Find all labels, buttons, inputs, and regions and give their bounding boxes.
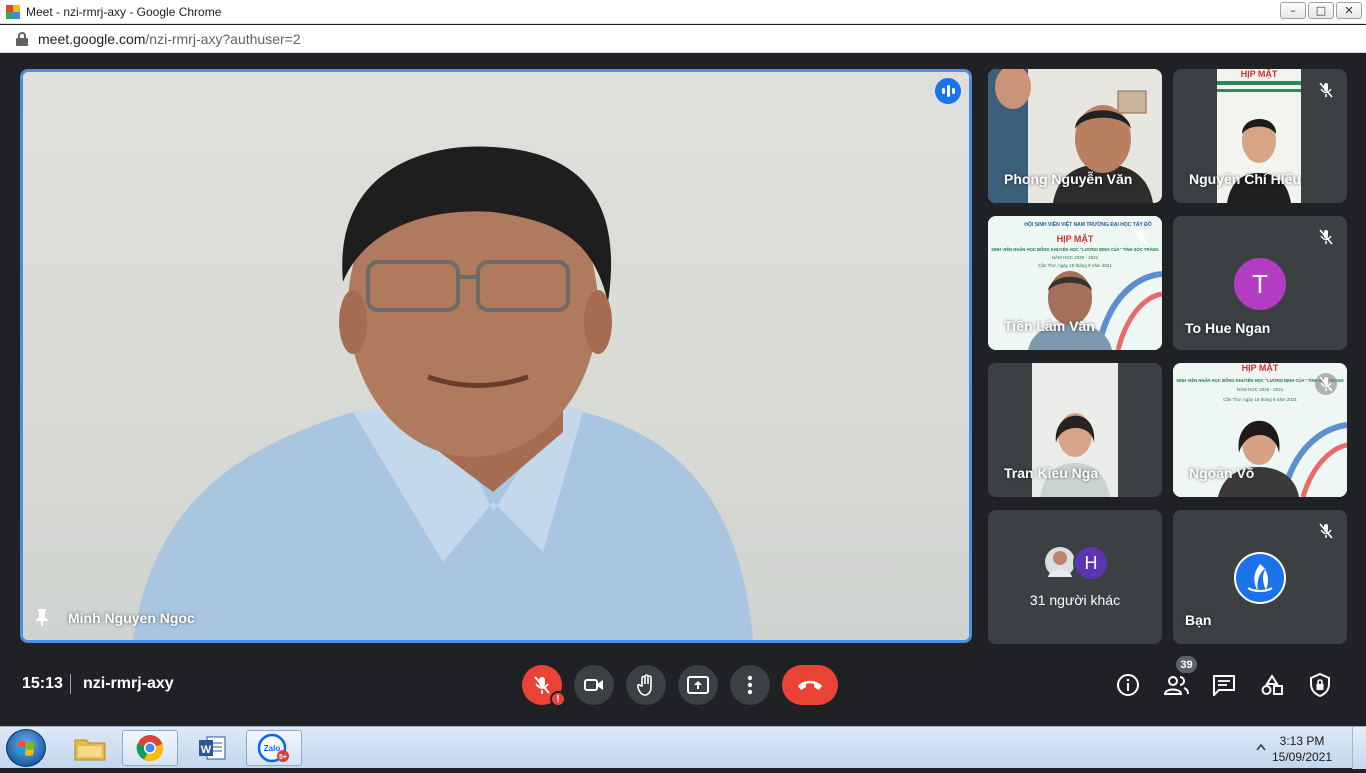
participant-name: Ngoãn Võ (1189, 465, 1255, 481)
tray-time[interactable]: 3:13 PM (1262, 734, 1342, 748)
meet-favicon-icon (6, 4, 20, 19)
leave-call-button[interactable] (782, 665, 838, 705)
participant-tile[interactable]: Phong Nguyễn Văn (988, 69, 1162, 203)
participant-tile[interactable]: Tran Kieu Nga (988, 363, 1162, 497)
others-count-label: 31 người khác (1029, 592, 1121, 608)
lock-icon[interactable] (16, 31, 28, 46)
zalo-icon: Zalo 5+ (257, 733, 289, 763)
banner-line: SINH VIÊN NHẬN HỌC BỔNG KHUYẾN HỌC "LƯƠN… (991, 247, 1159, 252)
window-controls: – □ ✕ (1280, 2, 1362, 19)
participants-count-badge: 39 (1176, 656, 1197, 673)
shield-lock-icon (1310, 673, 1330, 697)
participant-name: Bạn (1185, 612, 1212, 628)
mic-off-icon (1315, 373, 1337, 395)
participant-name: Tiến Lâm Văn (1004, 318, 1095, 334)
windows-taskbar: W Zalo 5+ 3:13 PM 15/09/2021 (0, 726, 1366, 769)
word-icon: W (199, 736, 226, 760)
meeting-clock: 15:13 (22, 675, 63, 692)
people-icon (1163, 676, 1189, 695)
shapes-icon (1261, 674, 1283, 695)
taskbar-word[interactable]: W (184, 730, 240, 766)
self-tile[interactable]: Bạn (1173, 510, 1347, 644)
banner-line: NĂM HỌC 2020 - 2021 (1052, 254, 1099, 260)
more-options-button[interactable] (730, 665, 770, 705)
participants-button[interactable] (1163, 672, 1189, 698)
taskbar-file-explorer[interactable] (62, 730, 118, 766)
banner-line: Cần Thơ, ngày 15 tháng 9 năm 2021 (1038, 263, 1112, 268)
camera-icon (584, 679, 603, 691)
participant-tile[interactable]: HỘI SINH VIÊN VIỆT NAM TRƯỜNG ĐẠI HỌC TÂ… (988, 216, 1162, 350)
end-call-icon (798, 680, 822, 690)
hand-icon (637, 674, 652, 696)
microphone-toggle-button[interactable]: ! (522, 665, 566, 707)
maximize-button[interactable]: □ (1308, 2, 1334, 19)
warning-icon: ! (550, 691, 566, 707)
participant-name: Nguyên Chí Hiếu (1189, 171, 1302, 187)
union-logo-icon (1234, 552, 1286, 604)
participant-name: To Hue Ngan (1185, 320, 1271, 336)
participant-name: Tran Kieu Nga (1004, 465, 1099, 481)
banner-line: NĂM HỌC 2020 - 2021 (1237, 386, 1284, 392)
more-vertical-icon (747, 675, 753, 695)
banner-line: HỘI SINH VIÊN VIỆT NAM TRƯỜNG ĐẠI HỌC TÂ… (1024, 220, 1151, 228)
folder-icon (74, 739, 106, 761)
mic-off-icon (1130, 226, 1152, 248)
url-text[interactable]: meet.google.com/nzi-rmrj-axy?authuser=2 (38, 31, 301, 47)
taskbar-zalo[interactable]: Zalo 5+ (246, 730, 302, 766)
mic-off-icon (1315, 226, 1337, 248)
divider (70, 674, 71, 694)
participant-avatar: T (1234, 258, 1286, 310)
mic-off-icon (1315, 520, 1337, 542)
participant-tile[interactable]: T To Hue Ngan (1173, 216, 1347, 350)
participant-avatar: H (1073, 545, 1109, 581)
main-speaker-tile[interactable]: Minh Nguyen Ngoc (20, 69, 972, 643)
address-bar[interactable]: meet.google.com/nzi-rmrj-axy?authuser=2 (0, 25, 1366, 53)
banner-title: HỊP MẶT (1242, 363, 1279, 373)
participant-tile[interactable]: HỊP MẶT Nguyên Chí Hiếu (1173, 69, 1347, 203)
zalo-badge: 5+ (279, 754, 287, 761)
speaker-video-image (133, 146, 753, 640)
meeting-details-button[interactable] (1115, 672, 1141, 698)
host-controls-button[interactable] (1307, 672, 1333, 698)
chat-button[interactable] (1211, 672, 1237, 698)
chat-icon (1213, 675, 1235, 696)
mic-off-icon (534, 676, 550, 694)
window-titlebar: Meet - nzi-rmrj-axy - Google Chrome – □ … (0, 0, 1366, 24)
tray-date[interactable]: 15/09/2021 (1262, 750, 1342, 764)
chrome-icon (136, 735, 164, 762)
start-button[interactable] (6, 729, 46, 767)
meeting-code: nzi-rmrj-axy (83, 675, 174, 692)
others-tile[interactable]: H 31 người khác (988, 510, 1162, 644)
speaking-indicator-icon (935, 78, 961, 104)
zalo-label: Zalo (264, 744, 281, 753)
close-button[interactable]: ✕ (1336, 2, 1362, 19)
participant-name: Phong Nguyễn Văn (1004, 171, 1133, 187)
participant-tile[interactable]: HỊP MẶT SINH VIÊN NHẬN HỌC BỔNG KHUYẾN H… (1173, 363, 1347, 497)
window-title: Meet - nzi-rmrj-axy - Google Chrome (26, 4, 222, 19)
participant-avatar-photo (1043, 545, 1077, 579)
svg-text:W: W (201, 744, 212, 756)
windows-logo-icon (17, 740, 35, 756)
banner-line: Cần Thơ, ngày 15 tháng 9 năm 2021 (1223, 397, 1297, 402)
camera-toggle-button[interactable] (574, 665, 614, 705)
meeting-controls-bar: 15:13 nzi-rmrj-axy ! (0, 650, 1366, 726)
banner-title: HỊP MẶT (1241, 69, 1278, 79)
minimize-button[interactable]: – (1280, 2, 1306, 19)
taskbar-chrome[interactable] (122, 730, 178, 766)
info-icon (1117, 674, 1139, 696)
main-speaker-name: Minh Nguyen Ngoc (68, 610, 195, 626)
mic-off-icon (1315, 79, 1337, 101)
banner-title: HỊP MẶT (1057, 234, 1094, 244)
show-desktop-button[interactable] (1352, 727, 1366, 769)
present-screen-button[interactable] (678, 665, 718, 705)
pin-icon[interactable] (35, 608, 49, 626)
raise-hand-button[interactable] (626, 665, 666, 705)
activities-button[interactable] (1259, 672, 1285, 698)
present-icon (687, 676, 709, 694)
